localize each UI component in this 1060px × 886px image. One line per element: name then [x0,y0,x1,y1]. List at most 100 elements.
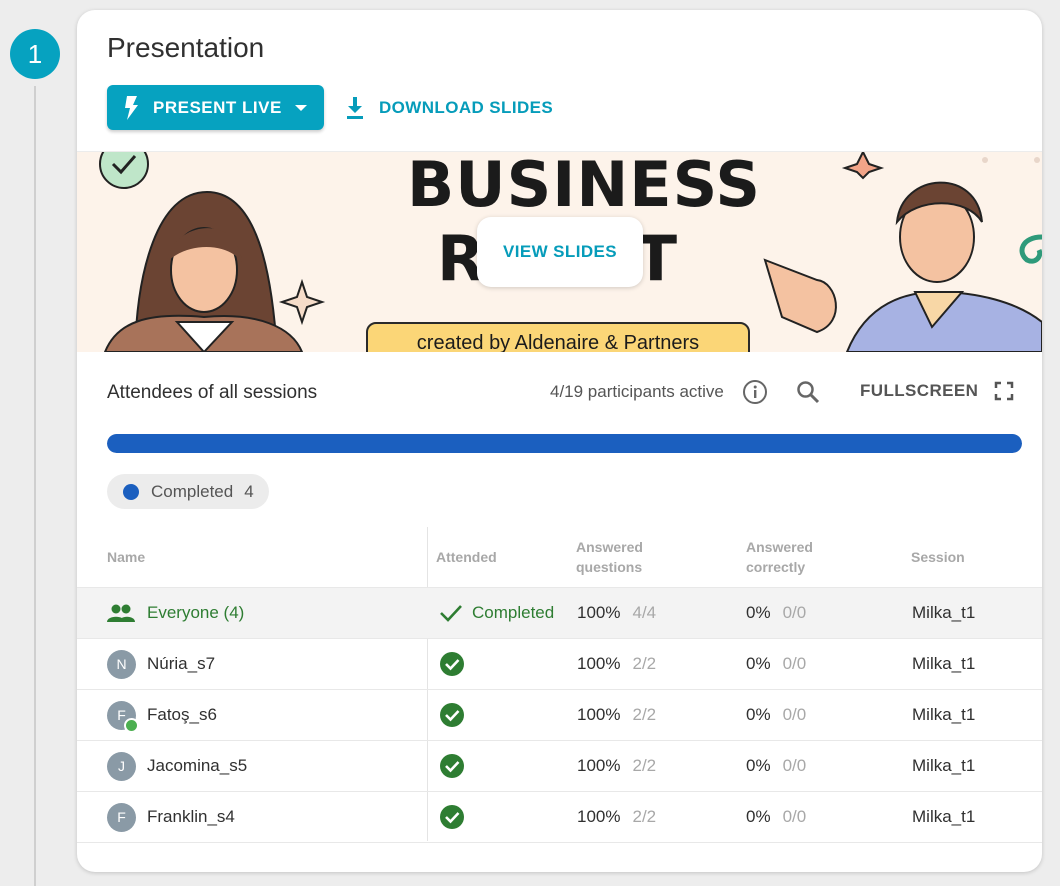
fullscreen-icon [994,381,1014,401]
participant-name: Franklin_s4 [147,807,235,826]
download-icon [345,96,365,119]
answered-pct: 100% [577,807,621,826]
header-answered-correctly[interactable]: Answered correctly [746,537,813,577]
view-slides-button[interactable]: VIEW SLIDES [477,217,643,287]
slide-heading-line1: BUSINESS [407,151,762,221]
header-session[interactable]: Session [911,547,965,567]
correct-frac: 0/0 [782,603,807,622]
avatar: N [107,649,136,679]
check-circle-icon [439,753,465,779]
caret-down-icon [294,104,308,112]
table-row[interactable]: F Franklin_s4 100% 2/2 0% 0/0 Milka_t1 [77,791,1042,843]
correct-pct: 0% [746,705,771,724]
completed-dot-icon [123,483,139,500]
group-icon [107,603,135,623]
participant-name: Núria_s7 [147,654,216,673]
everyone-attended-cell: Completed [439,588,554,638]
everyone-answered-cell: 100% 4/4 [577,588,656,638]
header-answered-correctly-line2: correctly [746,559,806,575]
fullscreen-label: FULLSCREEN [860,381,979,400]
header-answered-questions[interactable]: Answered questions [576,537,643,577]
chip-label: Completed [151,481,234,501]
answered-cell: 100% 2/2 [577,639,656,689]
check-circle-icon [439,651,465,677]
answered-pct: 100% [577,756,621,775]
correct-frac: 0/0 [782,705,807,724]
answered-cell: 100% 2/2 [577,792,656,842]
correct-frac: 0/0 [782,807,807,826]
attendees-title: Attendees of all sessions [107,382,318,403]
correct-cell: 0% 0/0 [746,690,806,740]
answered-pct: 100% [577,654,621,673]
session-cell: Milka_t1 [912,756,976,775]
bolt-icon [123,95,139,120]
online-status-dot [124,717,139,733]
answered-cell: 100% 2/2 [577,741,656,791]
correct-pct: 0% [746,603,771,622]
answered-frac: 2/2 [632,756,657,775]
chip-count: 4 [244,481,254,501]
correct-pct: 0% [746,756,771,775]
present-live-button[interactable]: PRESENT LIVE [107,85,324,130]
correct-cell: 0% 0/0 [746,741,806,791]
step-connector-line [34,86,36,886]
avatar: J [107,751,136,781]
correct-cell: 0% 0/0 [746,639,806,689]
participant-name-cell: F Fatoş_s6 [107,690,217,740]
step-number-badge: 1 [10,29,60,79]
check-circle-icon [439,804,465,830]
session-cell: Milka_t1 [912,705,976,724]
participant-name-cell: J Jacomina_s5 [107,741,247,791]
participant-name: Fatoş_s6 [147,705,217,724]
correct-frac: 0/0 [782,654,807,673]
attended-cell [439,741,465,791]
download-slides-button[interactable]: DOWNLOAD SLIDES [345,85,553,130]
download-slides-label: DOWNLOAD SLIDES [379,97,554,117]
table-row[interactable]: F Fatoş_s6 100% 2/2 0% 0/0 Milka_t1 [77,689,1042,740]
completion-progress-bar [107,434,1022,453]
present-live-label: PRESENT LIVE [153,97,282,117]
everyone-attended-label: Completed [472,603,555,622]
table-row-everyone[interactable]: Everyone (4) Completed 100% 4/4 0% 0/0 M… [77,587,1042,638]
session-cell: Milka_t1 [912,807,976,826]
avatar: F [107,700,139,733]
slide-preview[interactable]: BUSINESS RT created by Aldenaire & Partn… [77,151,1042,352]
participant-name-cell: F Franklin_s4 [107,792,235,842]
correct-cell: 0% 0/0 [746,792,806,842]
answered-frac: 2/2 [632,807,657,826]
table-row[interactable]: J Jacomina_s5 100% 2/2 0% 0/0 Milka_t1 [77,740,1042,791]
check-icon [439,603,463,623]
card-title: Presentation [107,32,265,63]
header-attended[interactable]: Attended [436,547,497,567]
everyone-session-cell: Milka_t1 [912,603,976,622]
avatar: F [107,802,136,832]
everyone-correct-cell: 0% 0/0 [746,588,806,638]
participant-name-cell: N Núria_s7 [107,639,215,689]
attended-cell [439,792,465,842]
answered-cell: 100% 2/2 [577,690,656,740]
header-answered-questions-line1: Answered [576,539,643,555]
participants-active-count: 4/19 participants active [550,382,724,401]
session-cell: Milka_t1 [912,654,976,673]
info-icon[interactable] [742,379,768,410]
header-name[interactable]: Name [107,547,145,567]
status-chip-completed[interactable]: Completed 4 [107,474,269,509]
correct-frac: 0/0 [782,756,807,775]
correct-pct: 0% [746,654,771,673]
fullscreen-button[interactable]: FULLSCREEN [860,381,1014,401]
attended-cell [439,690,465,740]
answered-frac: 4/4 [632,603,657,622]
correct-pct: 0% [746,807,771,826]
attended-cell [439,639,465,689]
participant-name: Jacomina_s5 [147,756,248,775]
slide-banner: created by Aldenaire & Partners [366,322,750,352]
answered-frac: 2/2 [632,654,657,673]
header-answered-questions-line2: questions [576,559,643,575]
check-circle-icon [439,702,465,728]
header-answered-correctly-line1: Answered [746,539,813,555]
presentation-card: Presentation PRESENT LIVE DOWNLOAD SLIDE… [77,10,1042,872]
search-icon[interactable] [795,379,821,410]
everyone-label: Everyone (4) [147,603,245,622]
answered-pct: 100% [577,603,621,622]
table-row[interactable]: N Núria_s7 100% 2/2 0% 0/0 Milka_t1 [77,638,1042,689]
